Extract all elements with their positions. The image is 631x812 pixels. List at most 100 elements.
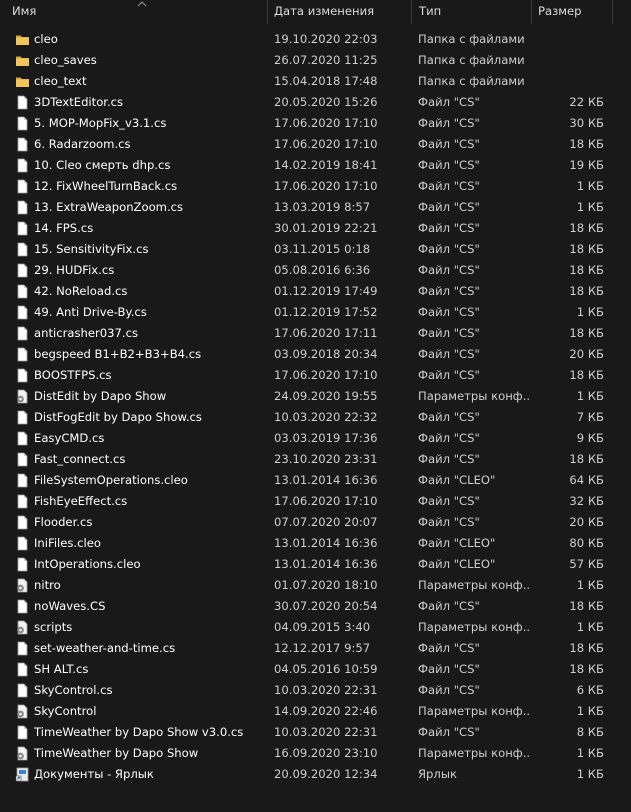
column-header-size[interactable]: Размер bbox=[538, 0, 582, 24]
file-icon bbox=[15, 536, 30, 551]
file-row[interactable]: TimeWeather by Dapo Show 16.09.2020 23:10… bbox=[0, 743, 631, 764]
column-header-type[interactable]: Тип bbox=[419, 0, 441, 24]
file-name: DistFogEdit by Dapo Show.cs bbox=[34, 410, 202, 424]
column-divider[interactable] bbox=[531, 0, 532, 24]
file-date: 16.09.2020 23:10 bbox=[274, 746, 378, 760]
file-row[interactable]: 5. MOP-MopFix_v3.1.cs 17.06.2020 17:10 Фай… bbox=[0, 113, 631, 134]
file-icon bbox=[15, 410, 30, 425]
file-type: Файл "CS" bbox=[418, 326, 480, 340]
file-type: Файл "CS" bbox=[418, 95, 480, 109]
file-date: 30.07.2020 20:54 bbox=[274, 599, 378, 613]
file-name: set-weather-and-time.cs bbox=[34, 641, 176, 655]
file-size: 1 КБ bbox=[576, 578, 604, 592]
file-date: 20.05.2020 15:26 bbox=[274, 95, 378, 109]
column-divider[interactable] bbox=[267, 0, 268, 24]
file-row[interactable]: scripts 04.09.2015 3:40 Параметры конф... 1… bbox=[0, 617, 631, 638]
file-name: cleo_saves bbox=[34, 53, 97, 67]
file-date: 01.07.2020 18:10 bbox=[274, 578, 378, 592]
settings-file-icon bbox=[15, 704, 30, 719]
file-row[interactable]: 14. FPS.cs 30.01.2019 22:21 Файл "CS" 18 КБ bbox=[0, 218, 631, 239]
file-icon bbox=[15, 599, 30, 614]
file-row[interactable]: DistFogEdit by Dapo Show.cs 10.03.2020 22… bbox=[0, 407, 631, 428]
file-row[interactable]: anticrasher037.cs 17.06.2020 17:11 Файл "C… bbox=[0, 323, 631, 344]
file-row[interactable]: Flooder.cs 07.07.2020 20:07 Файл "CS" 20 КБ bbox=[0, 512, 631, 533]
file-size: 20 КБ bbox=[569, 347, 604, 361]
folder-icon bbox=[15, 74, 30, 89]
file-row[interactable]: Документы - Ярлык 20.09.2020 12:34 Ярлык 1 … bbox=[0, 764, 631, 785]
file-size: 7 КБ bbox=[576, 410, 604, 424]
file-date: 14.09.2020 22:46 bbox=[274, 704, 378, 718]
file-name: scripts bbox=[34, 620, 73, 634]
file-type: Файл "CS" bbox=[418, 452, 480, 466]
file-row[interactable]: SkyControl.cs 10.03.2020 22:31 Файл "CS" 6 … bbox=[0, 680, 631, 701]
file-row[interactable]: BOOSTFPS.cs 17.06.2020 17:10 Файл "CS" 18 К… bbox=[0, 365, 631, 386]
file-icon bbox=[15, 431, 30, 446]
column-header-date[interactable]: Дата изменения bbox=[274, 0, 374, 24]
file-name: 5. MOP-MopFix_v3.1.cs bbox=[34, 116, 167, 130]
file-type: Параметры конф... bbox=[418, 389, 530, 403]
file-row[interactable]: cleo_text 15.04.2018 17:48 Папка с файлами bbox=[0, 71, 631, 92]
file-size: 18 КБ bbox=[569, 284, 604, 298]
file-row[interactable]: SkyControl 14.09.2020 22:46 Параметры конф… bbox=[0, 701, 631, 722]
file-date: 17.06.2020 17:10 bbox=[274, 494, 378, 508]
file-row[interactable]: Fast_connect.cs 23.10.2020 23:31 Файл "CS"… bbox=[0, 449, 631, 470]
file-icon bbox=[15, 263, 30, 278]
file-name: SkyControl bbox=[34, 704, 97, 718]
file-type: Файл "CS" bbox=[418, 368, 480, 382]
file-row[interactable]: SH ALT.cs 04.05.2016 10:59 Файл "CS" 18 КБ bbox=[0, 659, 631, 680]
file-row[interactable]: 29. HUDFix.cs 05.08.2016 6:36 Файл "CS" 18 … bbox=[0, 260, 631, 281]
file-date: 20.09.2020 12:34 bbox=[274, 767, 378, 781]
file-row[interactable]: FileSystemOperations.cleo 13.01.2014 16:3… bbox=[0, 470, 631, 491]
file-name: nitro bbox=[34, 578, 61, 592]
file-row[interactable]: cleo 19.10.2020 22:03 Папка с файлами bbox=[0, 29, 631, 50]
file-size: 18 КБ bbox=[569, 452, 604, 466]
file-row[interactable]: 12. FixWheelTurnBack.cs 17.06.2020 17:10 Ф… bbox=[0, 176, 631, 197]
file-type: Файл "CS" bbox=[418, 221, 480, 235]
file-row[interactable]: 13. ExtraWeaponZoom.cs 13.03.2019 8:57 Фай… bbox=[0, 197, 631, 218]
file-size: 18 КБ bbox=[569, 242, 604, 256]
column-divider[interactable] bbox=[411, 0, 412, 24]
settings-file-icon bbox=[15, 389, 30, 404]
file-row[interactable]: IntOperations.cleo 13.01.2014 16:36 Файл "… bbox=[0, 554, 631, 575]
file-name: cleo bbox=[34, 32, 58, 46]
file-name: TimeWeather by Dapo Show v3.0.cs bbox=[34, 725, 244, 739]
file-row[interactable]: 6. Radarzoom.cs 17.06.2020 17:10 Файл "CS"… bbox=[0, 134, 631, 155]
file-type: Ярлык bbox=[418, 767, 457, 781]
file-size: 1 КБ bbox=[576, 200, 604, 214]
file-row[interactable]: cleo_saves 26.07.2020 11:25 Папка с файлам… bbox=[0, 50, 631, 71]
file-type: Файл "CS" bbox=[418, 158, 480, 172]
file-size: 1 КБ bbox=[576, 620, 604, 634]
column-header-name[interactable]: Имя bbox=[12, 0, 36, 24]
file-name: FishEyeEffect.cs bbox=[34, 494, 128, 508]
file-row[interactable]: TimeWeather by Dapo Show v3.0.cs 10.03.20… bbox=[0, 722, 631, 743]
file-row[interactable]: 15. SensitivityFix.cs 03.11.2015 0:18 Файл… bbox=[0, 239, 631, 260]
file-date: 05.08.2016 6:36 bbox=[274, 263, 371, 277]
file-size: 18 КБ bbox=[569, 662, 604, 676]
file-date: 17.06.2020 17:10 bbox=[274, 137, 378, 151]
file-row[interactable]: EasyCMD.cs 03.03.2019 17:36 Файл "CS" 9 КБ bbox=[0, 428, 631, 449]
file-name: 13. ExtraWeaponZoom.cs bbox=[34, 200, 184, 214]
file-row[interactable]: 3DTextEditor.cs 20.05.2020 15:26 Файл "CS"… bbox=[0, 92, 631, 113]
shortcut-icon bbox=[15, 767, 30, 782]
file-name: TimeWeather by Dapo Show bbox=[34, 746, 199, 760]
file-type: Параметры конф... bbox=[418, 746, 530, 760]
file-size: 18 КБ bbox=[569, 641, 604, 655]
file-name: IniFiles.cleo bbox=[34, 536, 101, 550]
file-row[interactable]: begspeed B1+B2+B3+B4.cs 03.09.2018 20:34 Ф… bbox=[0, 344, 631, 365]
file-row[interactable]: 42. NoReload.cs 01.12.2019 17:49 Файл "CS"… bbox=[0, 281, 631, 302]
file-row[interactable]: FishEyeEffect.cs 17.06.2020 17:10 Файл "CS… bbox=[0, 491, 631, 512]
file-type: Файл "CS" bbox=[418, 284, 480, 298]
file-date: 07.07.2020 20:07 bbox=[274, 515, 378, 529]
file-row[interactable]: noWaves.CS 30.07.2020 20:54 Файл "CS" 18 КБ bbox=[0, 596, 631, 617]
file-name: IntOperations.cleo bbox=[34, 557, 141, 571]
column-divider[interactable] bbox=[612, 0, 613, 24]
file-icon bbox=[15, 494, 30, 509]
file-name: cleo_text bbox=[34, 74, 87, 88]
file-size: 18 КБ bbox=[569, 599, 604, 613]
file-row[interactable]: DistEdit by Dapo Show 24.09.2020 19:55 Пар… bbox=[0, 386, 631, 407]
file-row[interactable]: IniFiles.cleo 13.01.2014 16:36 Файл "CLEO"… bbox=[0, 533, 631, 554]
file-row[interactable]: 49. Anti Drive-By.cs 01.12.2019 17:52 Файл… bbox=[0, 302, 631, 323]
file-row[interactable]: 10. Cleo смерть dhp.cs 14.02.2019 18:41 Фа… bbox=[0, 155, 631, 176]
file-row[interactable]: set-weather-and-time.cs 12.12.2017 9:57 Фа… bbox=[0, 638, 631, 659]
file-row[interactable]: nitro 01.07.2020 18:10 Параметры конф... 1 … bbox=[0, 575, 631, 596]
